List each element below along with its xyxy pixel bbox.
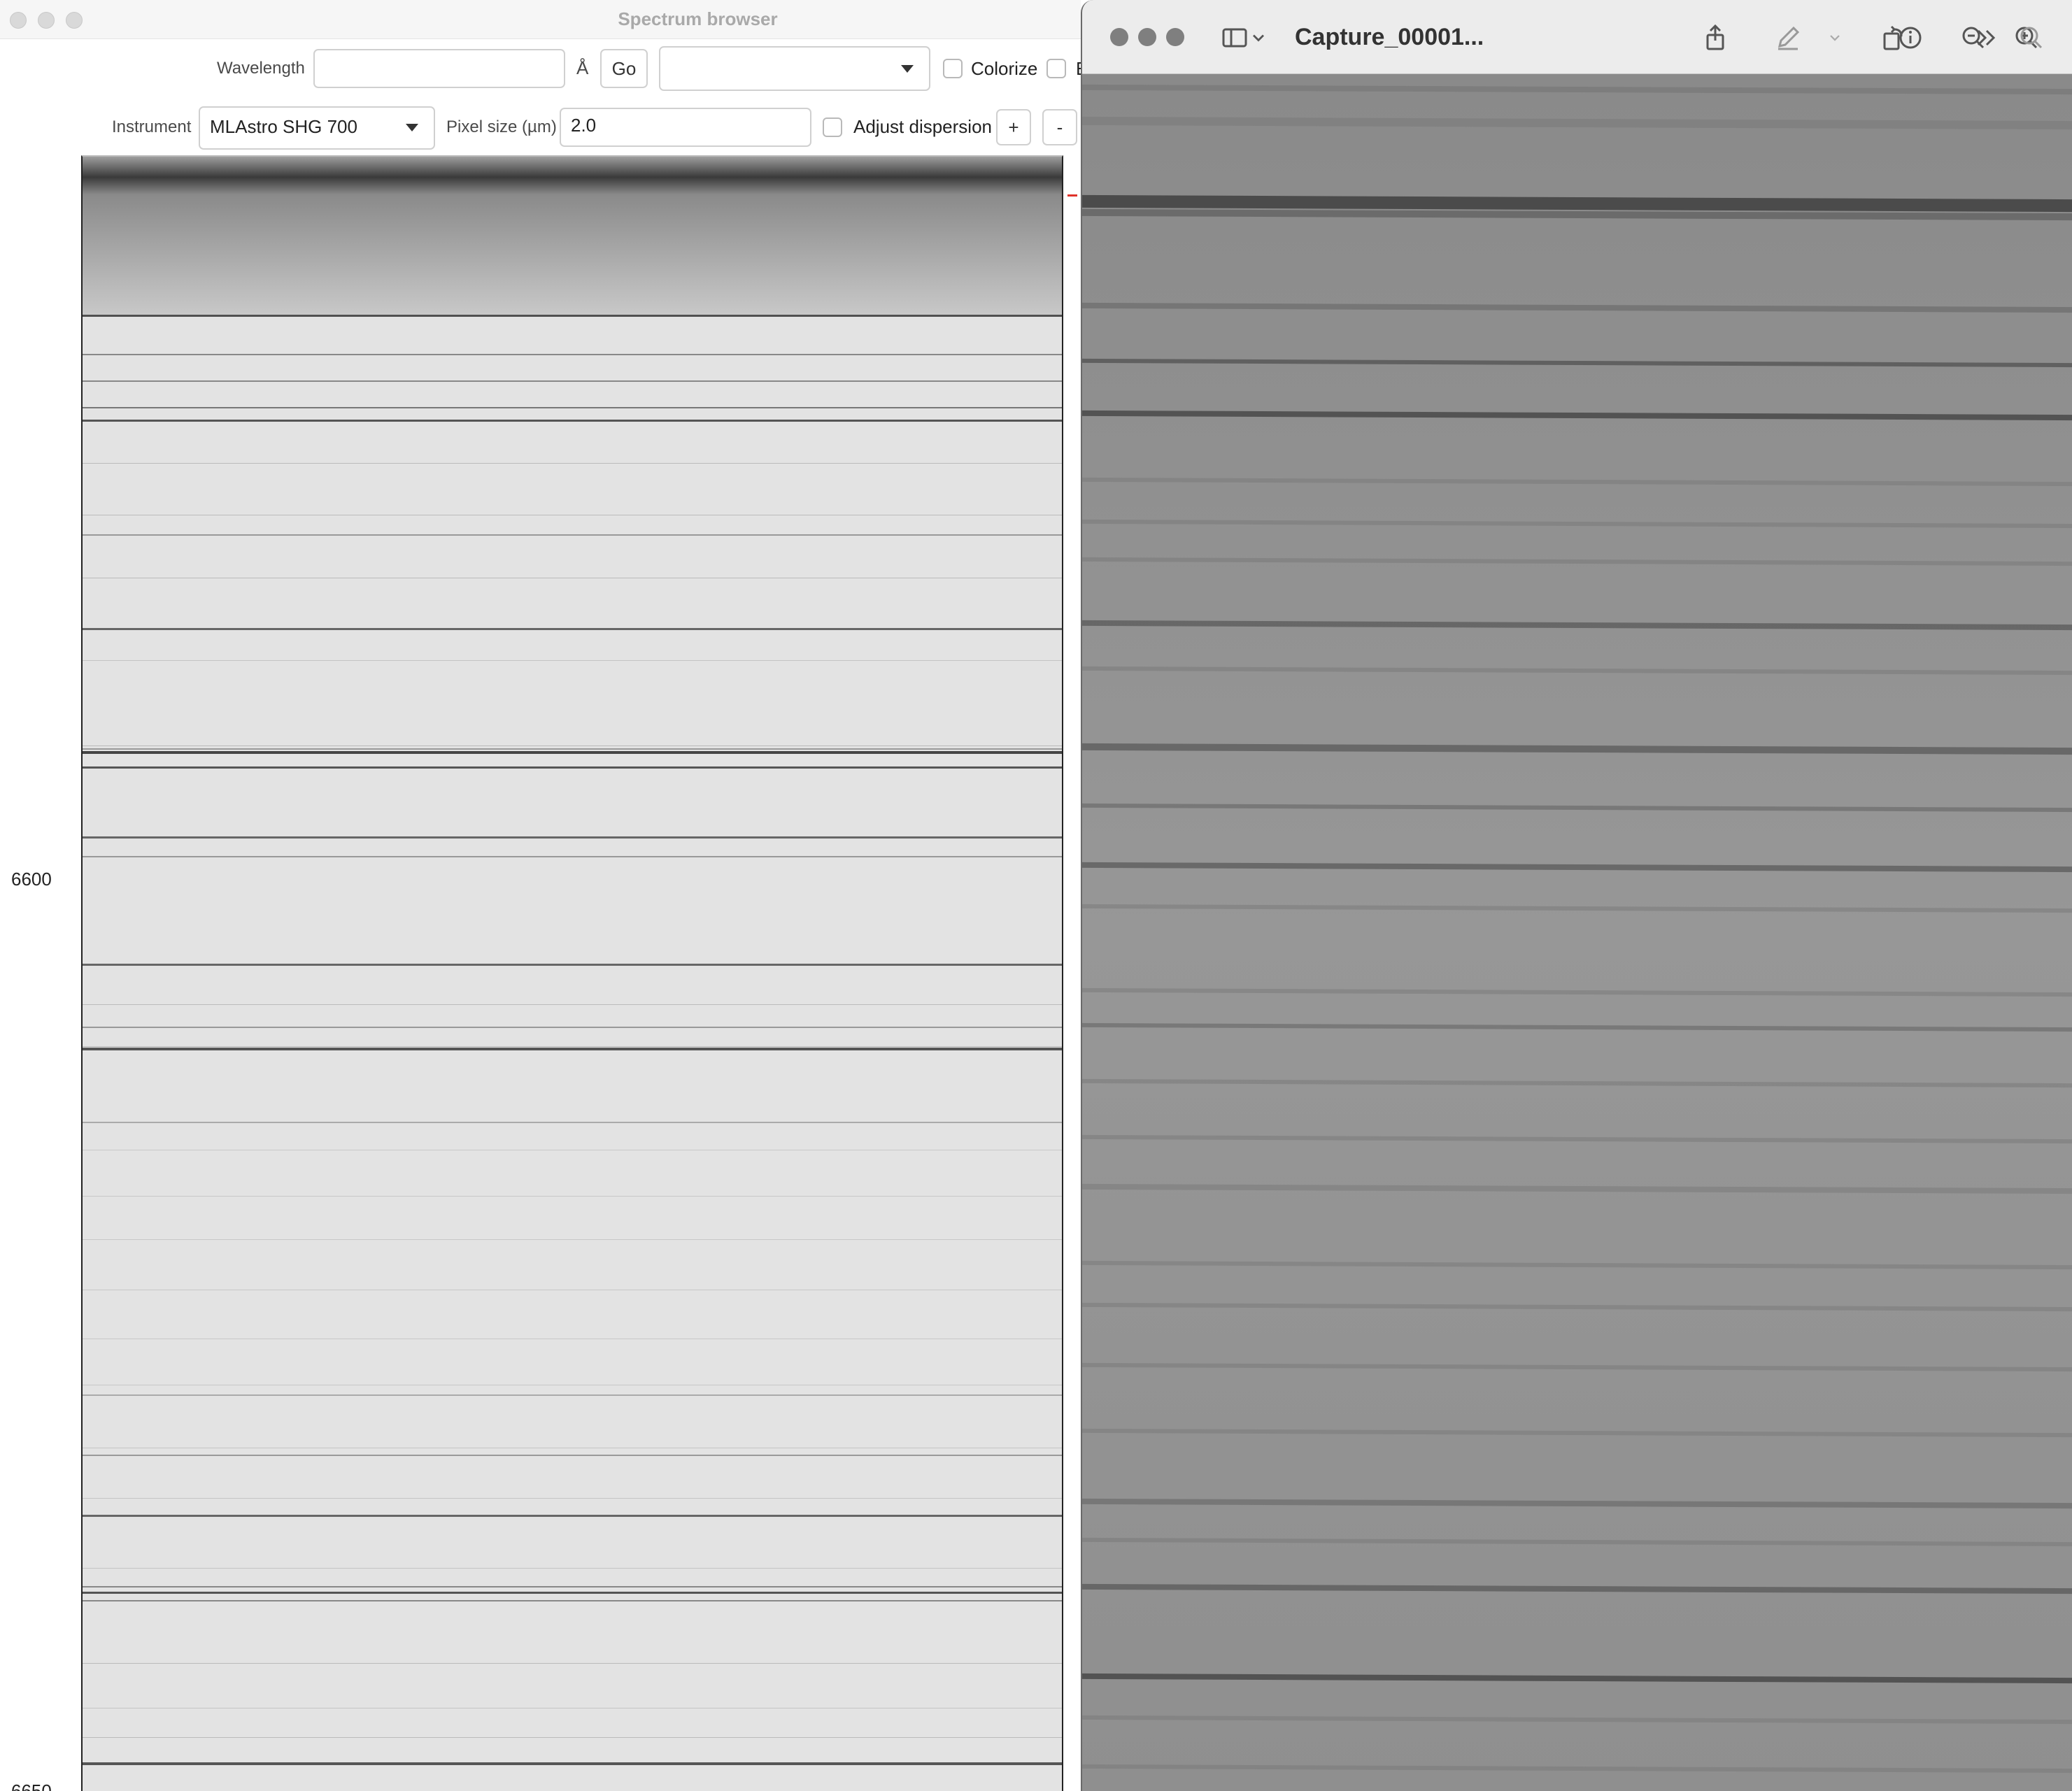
- spectrum-browser-window: Spectrum browser Wavelength Å Go Coloriz…: [0, 0, 1081, 1791]
- search-icon[interactable]: [2015, 21, 2048, 55]
- absorption-line: [83, 836, 1062, 839]
- instrument-label: Instrument: [112, 117, 192, 136]
- sidebar-icon[interactable]: [1218, 21, 1251, 55]
- close-window-button[interactable]: [1110, 28, 1128, 46]
- position-marker: [1067, 194, 1077, 197]
- window-title: Spectrum browser: [618, 8, 778, 29]
- absorption-line: [83, 534, 1062, 536]
- preset-select[interactable]: [659, 46, 930, 91]
- share-icon[interactable]: [1698, 21, 1732, 55]
- instrument-select-caret-icon: [406, 124, 418, 131]
- absorption-line: [83, 380, 1062, 382]
- absorption-line: [83, 1600, 1062, 1601]
- wavelength-label: Wavelength: [217, 59, 305, 78]
- absorption-line: [83, 354, 1062, 355]
- markup-chevron-down-icon[interactable]: [1824, 21, 1845, 55]
- wavelength-input[interactable]: [313, 49, 565, 88]
- absorption-line: [83, 420, 1062, 422]
- preview-window: Capture_00001...: [1081, 0, 2072, 1791]
- document-title: Capture_00001...: [1295, 24, 1484, 50]
- absorption-line: [83, 964, 1062, 966]
- absorption-line: [83, 1515, 1062, 1517]
- absorption-line: [83, 1762, 1062, 1765]
- absorption-line: [83, 1196, 1062, 1197]
- chevron-down-icon[interactable]: [1249, 21, 1268, 55]
- adjust-dispersion-label: Adjust dispersion: [853, 116, 992, 137]
- absorption-line: [83, 856, 1062, 857]
- axis-tick-6650: 6650: [11, 1781, 52, 1791]
- h-alpha-band: [83, 157, 1062, 315]
- pixel-size-label: Pixel size (µm): [446, 117, 557, 136]
- absorption-line: [83, 1004, 1062, 1005]
- absorption-line: [83, 1394, 1062, 1396]
- absorption-line: [83, 1568, 1062, 1569]
- raw-spectrum-image: [1082, 74, 2072, 1791]
- absorption-line: [83, 751, 1062, 754]
- second-option-label: E: [1076, 58, 1081, 80]
- absorption-line: [83, 1027, 1062, 1028]
- go-button[interactable]: Go: [600, 49, 648, 88]
- absorption-line: [83, 1663, 1062, 1664]
- absorption-line: [83, 628, 1062, 630]
- angstrom-unit-label: Å: [576, 57, 589, 78]
- colorize-checkbox[interactable]: [943, 59, 963, 78]
- capture-image[interactable]: [1082, 74, 2072, 1791]
- decrease-button[interactable]: -: [1042, 109, 1077, 145]
- spectrum-display[interactable]: [81, 155, 1063, 1791]
- absorption-line: [83, 745, 1062, 746]
- absorption-line: [83, 1046, 1062, 1047]
- preset-select-caret-icon: [901, 65, 914, 73]
- absorption-line: [83, 1455, 1062, 1456]
- absorption-line: [83, 660, 1062, 661]
- more-chevrons-icon[interactable]: [1970, 21, 2003, 55]
- absorption-line: [83, 1239, 1062, 1240]
- absorption-line: [83, 315, 1062, 317]
- colorize-label: Colorize: [971, 58, 1038, 79]
- increase-button[interactable]: +: [996, 109, 1031, 145]
- absorption-line: [83, 407, 1062, 408]
- axis-tick-6600: 6600: [11, 869, 52, 890]
- absorption-line: [83, 1048, 1062, 1050]
- adjust-dispersion-checkbox[interactable]: [823, 117, 842, 137]
- minimize-window-button[interactable]: [1138, 28, 1156, 46]
- second-option-checkbox[interactable]: [1046, 59, 1066, 78]
- absorption-line: [83, 748, 1062, 750]
- instrument-select[interactable]: MLAstro SHG 700: [199, 106, 435, 150]
- absorption-line: [83, 1737, 1062, 1738]
- rotate-icon[interactable]: [1876, 21, 1910, 55]
- absorption-line: [83, 463, 1062, 464]
- absorption-line: [83, 1586, 1062, 1587]
- absorption-line: [83, 1122, 1062, 1123]
- absorption-line: [83, 766, 1062, 769]
- zoom-window-button[interactable]: [1166, 28, 1184, 46]
- preview-toolbar: Capture_00001...: [1082, 0, 2072, 74]
- pixel-size-input[interactable]: 2.0: [560, 108, 811, 147]
- markup-pen-icon[interactable]: [1771, 21, 1805, 55]
- spectrum-browser-titlebar: Spectrum browser: [0, 0, 1081, 39]
- absorption-line: [83, 1592, 1062, 1594]
- spectrum-image: [83, 157, 1062, 1791]
- absorption-line: [83, 1498, 1062, 1499]
